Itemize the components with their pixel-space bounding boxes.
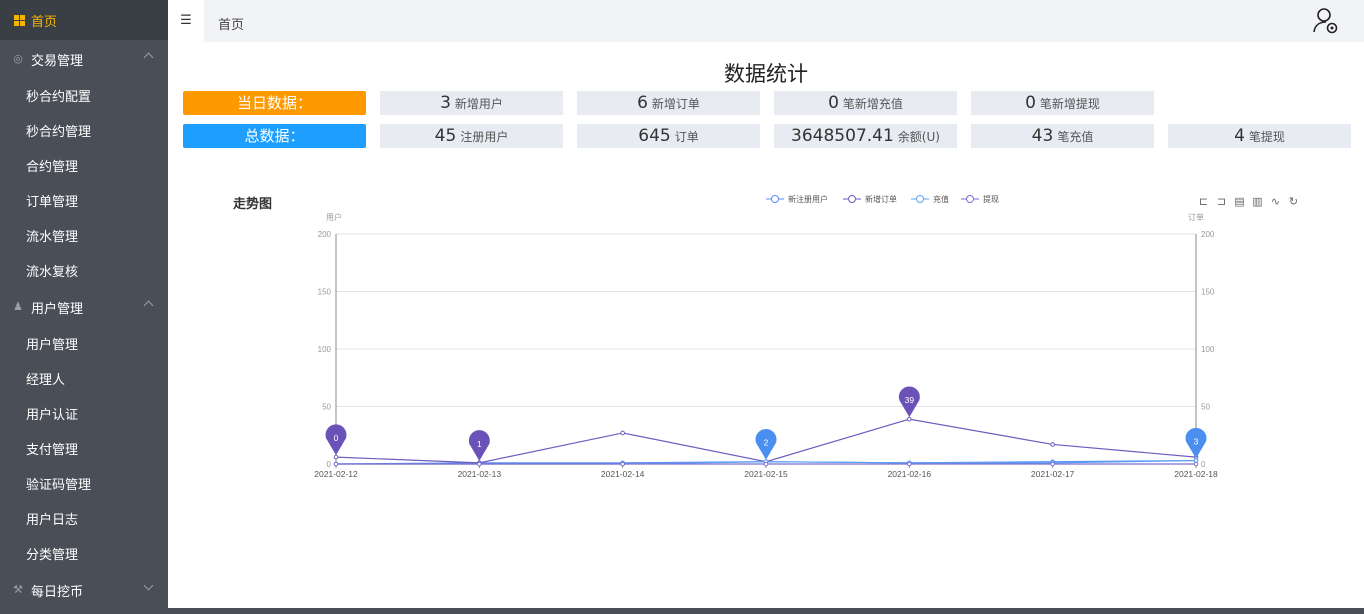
y-tick-left: 150	[318, 288, 332, 297]
sidebar-group-label: 交易管理	[31, 53, 84, 69]
stat-new-orders: 6 新增订单	[577, 91, 760, 115]
topbar: ☰ 首页	[168, 0, 1364, 42]
x-tick-label: 2021-02-13	[458, 469, 502, 479]
sidebar-item-home[interactable]: 首页	[0, 0, 168, 40]
sidebar-item-user-auth[interactable]: 用户认证	[0, 396, 168, 431]
sidebar-group-daily-mining[interactable]: ⚒ 每日挖币	[0, 571, 168, 609]
total-label: 总数据：	[183, 124, 366, 148]
legend-marker	[916, 195, 924, 203]
y-tick-left: 100	[318, 345, 332, 354]
sidebar-item-user-log[interactable]: 用户日志	[0, 501, 168, 536]
y-axis-label-left: 用户	[326, 212, 342, 222]
data-point	[1050, 442, 1055, 447]
data-point	[763, 461, 769, 467]
y-tick-left: 0	[327, 460, 332, 469]
y-tick-right: 200	[1201, 230, 1215, 239]
app: 首页 ◎ 交易管理 秒合约配置 秒合约管理 合约管理 订单管理 流水管理 流水复…	[0, 0, 1364, 614]
sidebar: 首页 ◎ 交易管理 秒合约配置 秒合约管理 合约管理 订单管理 流水管理 流水复…	[0, 0, 168, 614]
y-tick-right: 0	[1201, 460, 1206, 469]
today-label: 当日数据：	[183, 91, 366, 115]
legend-marker	[966, 195, 974, 203]
x-tick-label: 2021-02-18	[1174, 469, 1218, 479]
sidebar-item-category-manage[interactable]: 分类管理	[0, 536, 168, 571]
data-point	[333, 454, 339, 460]
legend-marker	[848, 195, 856, 203]
data-point	[620, 461, 625, 467]
chart-title: 走势图	[233, 197, 273, 212]
y-tick-right: 150	[1201, 288, 1215, 297]
legend-label: 充值	[933, 194, 949, 204]
y-tick-left: 200	[318, 230, 332, 239]
stat-new-recharge: 0 笔新增充值	[774, 91, 957, 115]
total-stats-row: 总数据： 45 注册用户 645 订单 3648507.41 余额(U) 43 笔充值 …	[183, 124, 1364, 148]
sidebar-item-captcha-manage[interactable]: 验证码管理	[0, 466, 168, 501]
user-icon: ♟	[13, 300, 23, 313]
breadcrumb[interactable]: 首页	[218, 14, 244, 33]
y-tick-right: 50	[1201, 403, 1210, 412]
data-point	[333, 461, 339, 467]
stat-registered-users: 45 注册用户	[380, 124, 563, 148]
sidebar-group-label: 每日挖币	[31, 584, 84, 600]
pickaxe-icon: ⚒	[13, 583, 23, 596]
user-settings-icon[interactable]	[1312, 6, 1340, 36]
sidebar-item-contract-manage[interactable]: 合约管理	[0, 148, 168, 183]
stat-new-withdraw: 0 笔新增提现	[971, 91, 1154, 115]
markpoint-label: 1	[477, 439, 482, 449]
y-tick-left: 50	[322, 403, 331, 412]
data-point	[477, 461, 482, 467]
sidebar-item-payment-manage[interactable]: 支付管理	[0, 431, 168, 466]
menu-collapse-icon: ☰	[180, 13, 192, 28]
stat-withdraw: 4 笔提现	[1168, 124, 1351, 148]
x-tick-label: 2021-02-14	[601, 469, 645, 479]
stat-new-users: 3 新增用户	[380, 91, 563, 115]
sidebar-item-manager[interactable]: 经理人	[0, 361, 168, 396]
data-point	[1050, 461, 1055, 467]
sidebar-item-order-manage[interactable]: 订单管理	[0, 183, 168, 218]
markpoint-label: 39	[905, 395, 915, 405]
sidebar-item-user-manage[interactable]: 用户管理	[0, 326, 168, 361]
today-stats-row: 当日数据： 3 新增用户 6 新增订单 0 笔新增充值 0 笔新增提现	[183, 91, 1168, 115]
stat-balance: 3648507.41 余额(U)	[774, 124, 957, 148]
markpoint-label: 3	[1194, 437, 1199, 447]
sidebar-item-seconds-contract-config[interactable]: 秒合约配置	[0, 78, 168, 113]
sidebar-item-flow-review[interactable]: 流水复核	[0, 253, 168, 288]
legend-label: 提现	[983, 194, 999, 204]
markpoint-label: 0	[334, 433, 339, 443]
x-tick-label: 2021-02-15	[744, 469, 788, 479]
page-title: 数据统计	[724, 62, 808, 86]
legend-label: 新注册用户	[788, 194, 828, 204]
chevron-up-icon	[143, 52, 154, 63]
x-tick-label: 2021-02-12	[314, 469, 358, 479]
data-point	[907, 416, 912, 422]
sidebar-item-flow-manage[interactable]: 流水管理	[0, 218, 168, 253]
sidebar-item-seconds-contract-manage[interactable]: 秒合约管理	[0, 113, 168, 148]
x-tick-label: 2021-02-17	[1031, 469, 1075, 479]
sidebar-group-label: 用户管理	[31, 301, 84, 317]
y-tick-right: 100	[1201, 345, 1215, 354]
legend-label: 新增订单	[865, 194, 897, 204]
data-point	[907, 461, 912, 467]
grid-icon	[14, 14, 25, 26]
markpoint-label: 2	[764, 438, 769, 448]
bottom-bar	[168, 608, 1364, 614]
data-point	[1193, 461, 1199, 467]
stat-recharge: 43 笔充值	[971, 124, 1154, 148]
y-axis-label-right: 订单	[1188, 212, 1204, 222]
data-point	[620, 430, 625, 436]
trend-chart: 0 050 50100 100150 150200 200用户 订单2021-02-12 20…	[314, 194, 1218, 479]
legend-marker	[771, 195, 779, 203]
chevron-up-icon	[143, 300, 154, 311]
x-tick-label: 2021-02-16	[888, 469, 932, 479]
coin-icon: ◎	[13, 52, 23, 65]
sidebar-item-label: 首页	[31, 14, 58, 30]
main-content: 数据统计 当日数据： 3 新增用户 6 新增订单 0 笔新增充值 0 笔新增提现 总数据…	[168, 42, 1364, 608]
sidebar-group-trade[interactable]: ◎ 交易管理	[0, 40, 168, 78]
chevron-down-icon	[143, 580, 154, 591]
sidebar-group-users[interactable]: ♟ 用户管理	[0, 288, 168, 326]
stat-orders: 645 订单	[577, 124, 760, 148]
menu-toggle-button[interactable]: ☰	[168, 0, 204, 42]
